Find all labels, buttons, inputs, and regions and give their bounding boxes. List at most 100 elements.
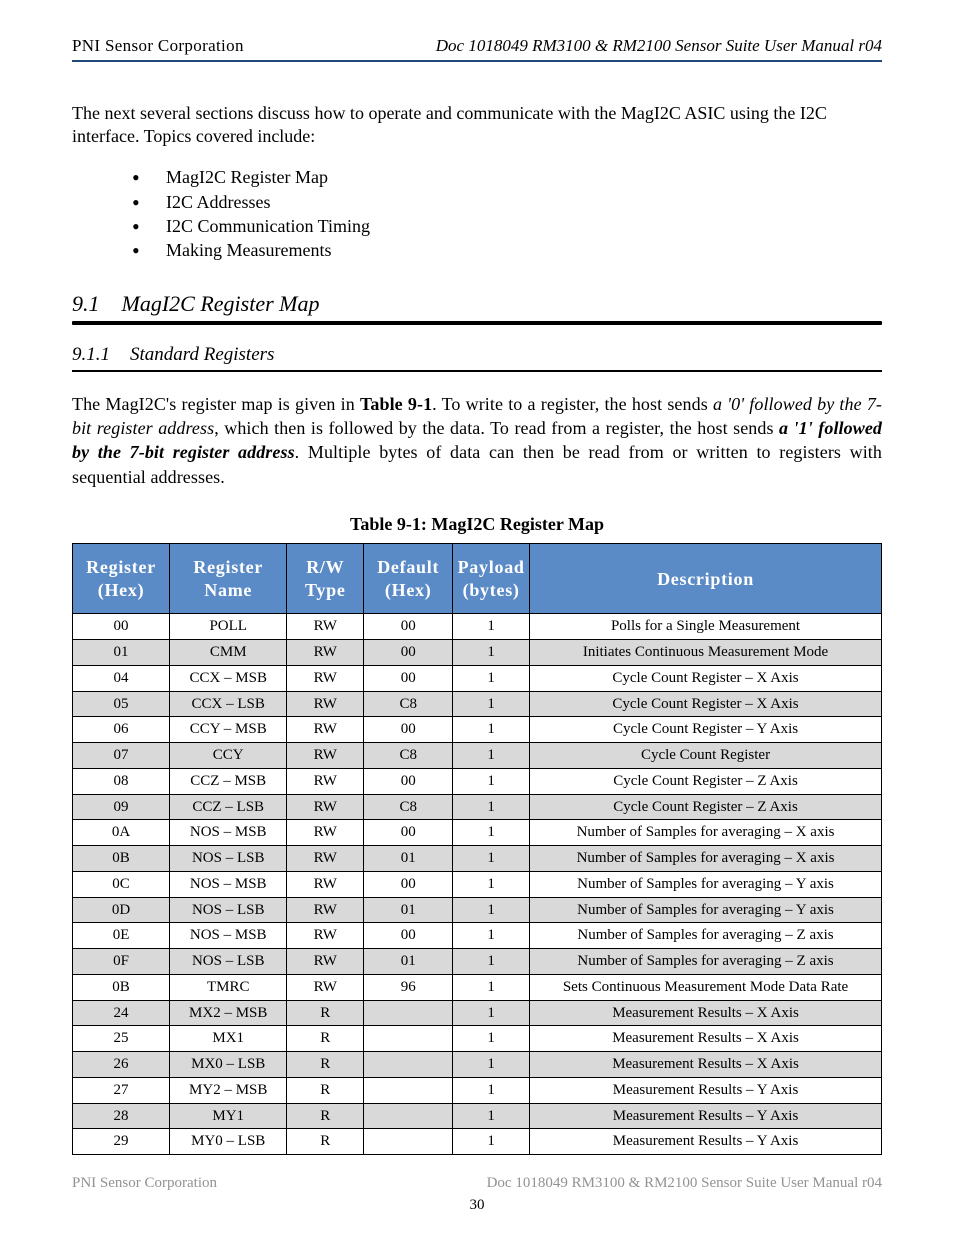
cell-addr: 00 — [73, 614, 170, 640]
cell-type: R — [287, 1000, 364, 1026]
th-name: Register Name — [170, 544, 287, 614]
cell-name: MY2 – MSB — [170, 1077, 287, 1103]
cell-desc: Measurement Results – Y Axis — [530, 1077, 882, 1103]
cell-len: 1 — [453, 974, 530, 1000]
cell-def: 00 — [364, 923, 453, 949]
cell-desc: Cycle Count Register – X Axis — [530, 691, 882, 717]
cell-addr: 0A — [73, 820, 170, 846]
cell-name: MX0 – LSB — [170, 1052, 287, 1078]
cell-def — [364, 1129, 453, 1155]
page-content: PNI Sensor Corporation Doc 1018049 RM310… — [72, 35, 882, 1155]
intro-bullets: MagI2C Register Map I2C Addresses I2C Co… — [72, 165, 882, 262]
cell-name: NOS – LSB — [170, 846, 287, 872]
cell-def: 96 — [364, 974, 453, 1000]
bullet-item: Making Measurements — [132, 238, 882, 262]
cell-type: RW — [287, 846, 364, 872]
cell-name: CCX – LSB — [170, 691, 287, 717]
table-row: 05CCX – LSBRWC81Cycle Count Register – X… — [73, 691, 882, 717]
bullet-item: I2C Addresses — [132, 190, 882, 214]
cell-def: C8 — [364, 691, 453, 717]
cell-desc: Measurement Results – X Axis — [530, 1026, 882, 1052]
cell-name: NOS – MSB — [170, 923, 287, 949]
cell-len: 1 — [453, 1052, 530, 1078]
cell-desc: Cycle Count Register – Z Axis — [530, 768, 882, 794]
th-type: R/W Type — [287, 544, 364, 614]
cell-type: R — [287, 1129, 364, 1155]
register-map-paragraph: The MagI2C's register map is given in Ta… — [72, 392, 882, 489]
cell-type: RW — [287, 871, 364, 897]
cell-len: 1 — [453, 614, 530, 640]
cell-desc: Cycle Count Register — [530, 743, 882, 769]
cell-addr: 27 — [73, 1077, 170, 1103]
cell-def: 00 — [364, 640, 453, 666]
cell-name: NOS – MSB — [170, 871, 287, 897]
cell-addr: 24 — [73, 1000, 170, 1026]
cell-def: 00 — [364, 871, 453, 897]
bullet-item: MagI2C Register Map — [132, 165, 882, 189]
cell-len: 1 — [453, 1077, 530, 1103]
table-row: 0ANOS – MSBRW001Number of Samples for av… — [73, 820, 882, 846]
table-header-row: Register (Hex) Register Name R/W Type De… — [73, 544, 882, 614]
table-row: 0BNOS – LSBRW011Number of Samples for av… — [73, 846, 882, 872]
cell-desc: Sets Continuous Measurement Mode Data Ra… — [530, 974, 882, 1000]
cell-name: CCZ – MSB — [170, 768, 287, 794]
cell-type: RW — [287, 691, 364, 717]
subsection-name: Standard Registers — [130, 344, 274, 365]
cell-len: 1 — [453, 846, 530, 872]
subsection-rule — [72, 370, 882, 372]
subsection-title: 9.1.1Standard Registers — [72, 343, 882, 367]
cell-def: 00 — [364, 614, 453, 640]
cell-type: RW — [287, 974, 364, 1000]
cell-desc: Measurement Results – Y Axis — [530, 1103, 882, 1129]
cell-addr: 25 — [73, 1026, 170, 1052]
table-header: Register (Hex) Register Name R/W Type De… — [73, 544, 882, 614]
cell-len: 1 — [453, 665, 530, 691]
cell-def — [364, 1077, 453, 1103]
cell-desc: Polls for a Single Measurement — [530, 614, 882, 640]
cell-def: 00 — [364, 820, 453, 846]
cell-def — [364, 1026, 453, 1052]
cell-addr: 0F — [73, 949, 170, 975]
cell-len: 1 — [453, 923, 530, 949]
cell-len: 1 — [453, 871, 530, 897]
cell-len: 1 — [453, 691, 530, 717]
cell-def: 01 — [364, 897, 453, 923]
cell-desc: Number of Samples for averaging – X axis — [530, 846, 882, 872]
cell-def: 00 — [364, 665, 453, 691]
cell-len: 1 — [453, 1026, 530, 1052]
header-right: Doc 1018049 RM3100 & RM2100 Sensor Suite… — [436, 35, 882, 56]
cell-type: RW — [287, 820, 364, 846]
cell-type: RW — [287, 717, 364, 743]
th-desc: Description — [530, 544, 882, 614]
cell-addr: 08 — [73, 768, 170, 794]
table-row: 07CCYRWC81Cycle Count Register — [73, 743, 882, 769]
cell-name: CCX – MSB — [170, 665, 287, 691]
page-header: PNI Sensor Corporation Doc 1018049 RM310… — [72, 35, 882, 56]
cell-addr: 06 — [73, 717, 170, 743]
cell-def: 01 — [364, 949, 453, 975]
cell-name: POLL — [170, 614, 287, 640]
cell-addr: 0B — [73, 974, 170, 1000]
cell-type: RW — [287, 640, 364, 666]
cell-name: MX2 – MSB — [170, 1000, 287, 1026]
cell-addr: 29 — [73, 1129, 170, 1155]
section-rule — [72, 321, 882, 325]
cell-type: RW — [287, 794, 364, 820]
cell-desc: Initiates Continuous Measurement Mode — [530, 640, 882, 666]
cell-def: C8 — [364, 794, 453, 820]
cell-name: TMRC — [170, 974, 287, 1000]
cell-def: C8 — [364, 743, 453, 769]
cell-name: MY1 — [170, 1103, 287, 1129]
cell-desc: Cycle Count Register – Y Axis — [530, 717, 882, 743]
table-body: 00POLLRW001Polls for a Single Measuremen… — [73, 614, 882, 1155]
header-rule — [72, 60, 882, 62]
register-table: Register (Hex) Register Name R/W Type De… — [72, 543, 882, 1155]
cell-desc: Measurement Results – Y Axis — [530, 1129, 882, 1155]
table-caption: Table 9-1: MagI2C Register Map — [72, 513, 882, 536]
cell-addr: 0B — [73, 846, 170, 872]
cell-type: RW — [287, 897, 364, 923]
cell-addr: 0E — [73, 923, 170, 949]
cell-desc: Number of Samples for averaging – Z axis — [530, 923, 882, 949]
table-row: 09CCZ – LSBRWC81Cycle Count Register – Z… — [73, 794, 882, 820]
regmap-text: , which then is followed by the data. To… — [214, 418, 779, 438]
